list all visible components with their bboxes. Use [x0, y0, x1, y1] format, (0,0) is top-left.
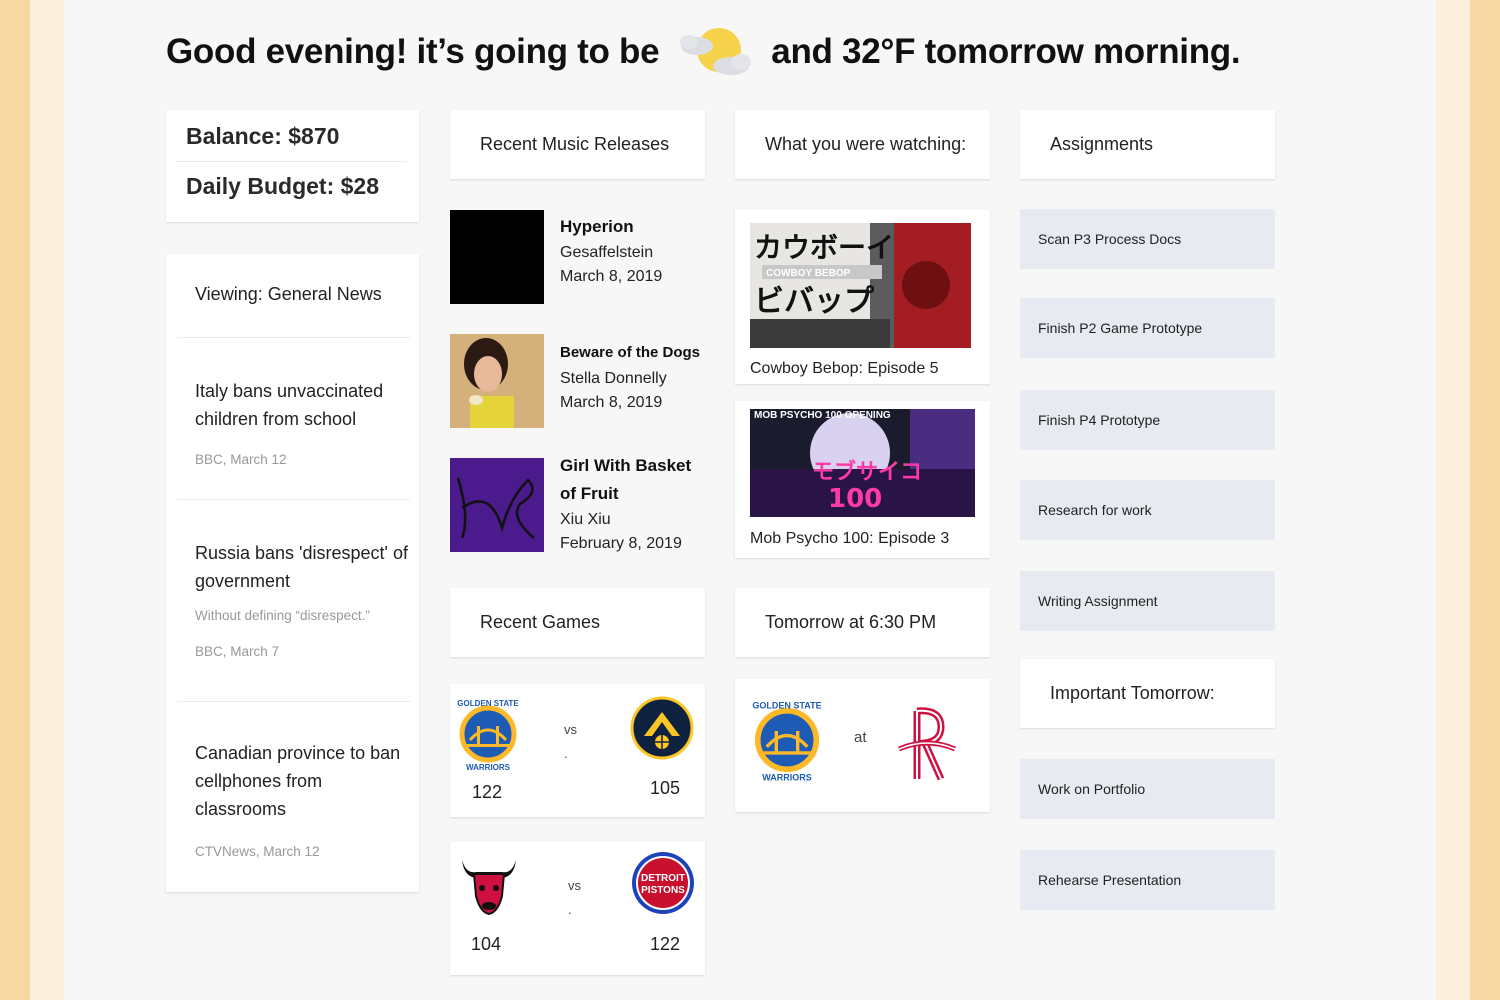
- important-label: Work on Portfolio: [1038, 781, 1146, 797]
- album-info: Beware of the Dogs Stella Donnelly March…: [560, 339, 710, 415]
- album-artist: Xiu Xiu: [560, 511, 611, 528]
- album-date: February 8, 2019: [560, 535, 682, 552]
- vs-dot: .: [564, 746, 568, 761]
- away-score: 105: [650, 778, 681, 798]
- logo-text: PISTONS: [641, 885, 685, 896]
- cowboy-bebop-thumbnail[interactable]: カウボーイ COWBOY BEBOP ビバップ: [750, 223, 971, 348]
- album-title[interactable]: Beware of the Dogs: [560, 339, 710, 367]
- album-art-girl-with-basket-of-fruit[interactable]: [450, 458, 544, 552]
- assignment-item[interactable]: Finish P2 Game Prototype: [1020, 298, 1275, 358]
- partly-cloudy-moon-icon: [675, 24, 755, 80]
- album-date: March 8, 2019: [560, 394, 663, 411]
- album-art-hyperion[interactable]: [450, 210, 544, 304]
- logo-text: GOLDEN STATE: [752, 701, 821, 711]
- album-artist: Gesaffelstein: [560, 244, 654, 261]
- thumb-text: MOB PSYCHO 100 OPENING: [754, 410, 891, 421]
- upcoming-title: Tomorrow at 6:30 PM: [765, 612, 937, 632]
- budget-card: Balance: $870 Daily Budget: $28: [166, 110, 419, 222]
- assignment-item[interactable]: Research for work: [1020, 480, 1275, 540]
- vs-label: vs: [564, 722, 577, 737]
- news-source: BBC, March 12: [195, 452, 287, 467]
- pistons-logo-icon: DETROIT PISTONS: [630, 850, 696, 921]
- greeting-prefix: Good evening! it’s going to be: [166, 32, 660, 71]
- warriors-logo-icon: GOLDEN STATE WARRIORS: [456, 696, 520, 777]
- home-score: 104: [471, 934, 502, 954]
- album-info: Girl With Basket of Fruit Xiu Xiu Februa…: [560, 452, 710, 556]
- assignments-header: Assignments: [1020, 110, 1275, 179]
- important-item[interactable]: Work on Portfolio: [1020, 759, 1275, 819]
- thumb-text: モブサイコ: [812, 459, 922, 485]
- video-caption[interactable]: Mob Psycho 100: Episode 3: [750, 530, 949, 548]
- vs-dot: .: [568, 902, 572, 917]
- logo-text: DETROIT: [641, 873, 685, 884]
- video-caption[interactable]: Cowboy Bebop: Episode 5: [750, 360, 939, 378]
- album-title[interactable]: Girl With Basket of Fruit: [560, 452, 710, 508]
- logo-text: WARRIORS: [466, 763, 511, 772]
- thumb-text: COWBOY BEBOP: [766, 268, 851, 279]
- album-info: Hyperion Gesaffelstein March 8, 2019: [560, 213, 710, 289]
- album-art-beware-of-the-dogs[interactable]: [450, 334, 544, 428]
- mob-psycho-thumbnail[interactable]: MOB PSYCHO 100 OPENING モブサイコ 100: [750, 409, 975, 517]
- greeting-suffix: and 32°F tomorrow morning.: [771, 32, 1241, 71]
- news-title: Viewing: General News: [195, 284, 382, 304]
- assignment-label: Finish P2 Game Prototype: [1038, 320, 1203, 336]
- assignments-title: Assignments: [1050, 134, 1154, 154]
- album-title[interactable]: Hyperion: [560, 213, 710, 241]
- games-header: Recent Games: [450, 588, 705, 657]
- news-item[interactable]: Italy bans unvaccinated children from sc…: [177, 337, 410, 499]
- thumb-text: 100: [828, 484, 882, 514]
- news-item[interactable]: Russia bans 'disrespect' of government W…: [177, 499, 410, 701]
- upcoming-header: Tomorrow at 6:30 PM: [735, 588, 990, 657]
- news-headline[interactable]: Canadian province to ban cellphones from…: [195, 739, 410, 823]
- bulls-logo-icon: [458, 856, 520, 921]
- important-label: Rehearse Presentation: [1038, 872, 1182, 888]
- music-header: Recent Music Releases: [450, 110, 705, 179]
- nuggets-logo-icon: [630, 696, 694, 765]
- video-card[interactable]: カウボーイ COWBOY BEBOP ビバップ Cowboy Bebop: Ep…: [735, 210, 990, 384]
- side-stripe-right: [1436, 0, 1470, 1000]
- music-title: Recent Music Releases: [480, 134, 670, 154]
- budget-divider: [176, 161, 407, 162]
- balance-text: Balance: $870: [186, 123, 340, 149]
- warriors-logo-icon: GOLDEN STATE WARRIORS: [751, 697, 823, 788]
- games-title: Recent Games: [480, 612, 601, 632]
- assignment-label: Finish P4 Prototype: [1038, 412, 1161, 428]
- thumb-text: ビバップ: [754, 284, 875, 319]
- important-item[interactable]: Rehearse Presentation: [1020, 850, 1275, 910]
- watching-header: What you were watching:: [735, 110, 990, 179]
- greeting-heading: Good evening! it’s going to be and 32°F …: [166, 28, 1241, 76]
- daily-budget-text: Daily Budget: $28: [186, 173, 379, 199]
- important-title: Important Tomorrow:: [1050, 683, 1215, 703]
- assignment-item[interactable]: Finish P4 Prototype: [1020, 390, 1275, 450]
- album-date: March 8, 2019: [560, 268, 663, 285]
- logo-text: GOLDEN STATE: [457, 699, 519, 708]
- side-stripe-left: [30, 0, 64, 1000]
- assignment-item[interactable]: Writing Assignment: [1020, 571, 1275, 631]
- video-card[interactable]: MOB PSYCHO 100 OPENING モブサイコ 100 Mob Psy…: [735, 401, 990, 558]
- news-subtitle: Without defining “disrespect.”: [195, 608, 370, 623]
- thumb-text: カウボーイ: [754, 231, 894, 264]
- news-source: CTVNews, March 12: [195, 844, 320, 859]
- at-label: at: [854, 729, 867, 746]
- news-headline[interactable]: Italy bans unvaccinated children from sc…: [195, 377, 410, 433]
- assignment-label: Research for work: [1038, 502, 1152, 518]
- game-result-card[interactable]: GOLDEN STATE WARRIORS vs . 122 105: [450, 684, 705, 817]
- game-result-card[interactable]: vs . DETROIT PISTONS 104 122: [450, 842, 705, 975]
- album-artist: Stella Donnelly: [560, 370, 667, 387]
- important-header: Important Tomorrow:: [1020, 659, 1275, 728]
- assignment-item[interactable]: Scan P3 Process Docs: [1020, 209, 1275, 269]
- rockets-logo-icon: [895, 701, 959, 788]
- news-item[interactable]: Canadian province to ban cellphones from…: [177, 701, 410, 891]
- news-source: BBC, March 7: [195, 644, 280, 659]
- away-score: 122: [650, 934, 681, 954]
- assignment-label: Scan P3 Process Docs: [1038, 231, 1182, 247]
- watching-title: What you were watching:: [765, 134, 967, 154]
- logo-text: WARRIORS: [762, 773, 812, 783]
- news-card: Viewing: General News Italy bans unvacci…: [166, 254, 419, 892]
- news-headline[interactable]: Russia bans 'disrespect' of government: [195, 539, 410, 595]
- home-score: 122: [472, 782, 503, 802]
- upcoming-game-card[interactable]: GOLDEN STATE WARRIORS at: [735, 679, 990, 812]
- vs-label: vs: [568, 878, 581, 893]
- assignment-label: Writing Assignment: [1038, 593, 1158, 609]
